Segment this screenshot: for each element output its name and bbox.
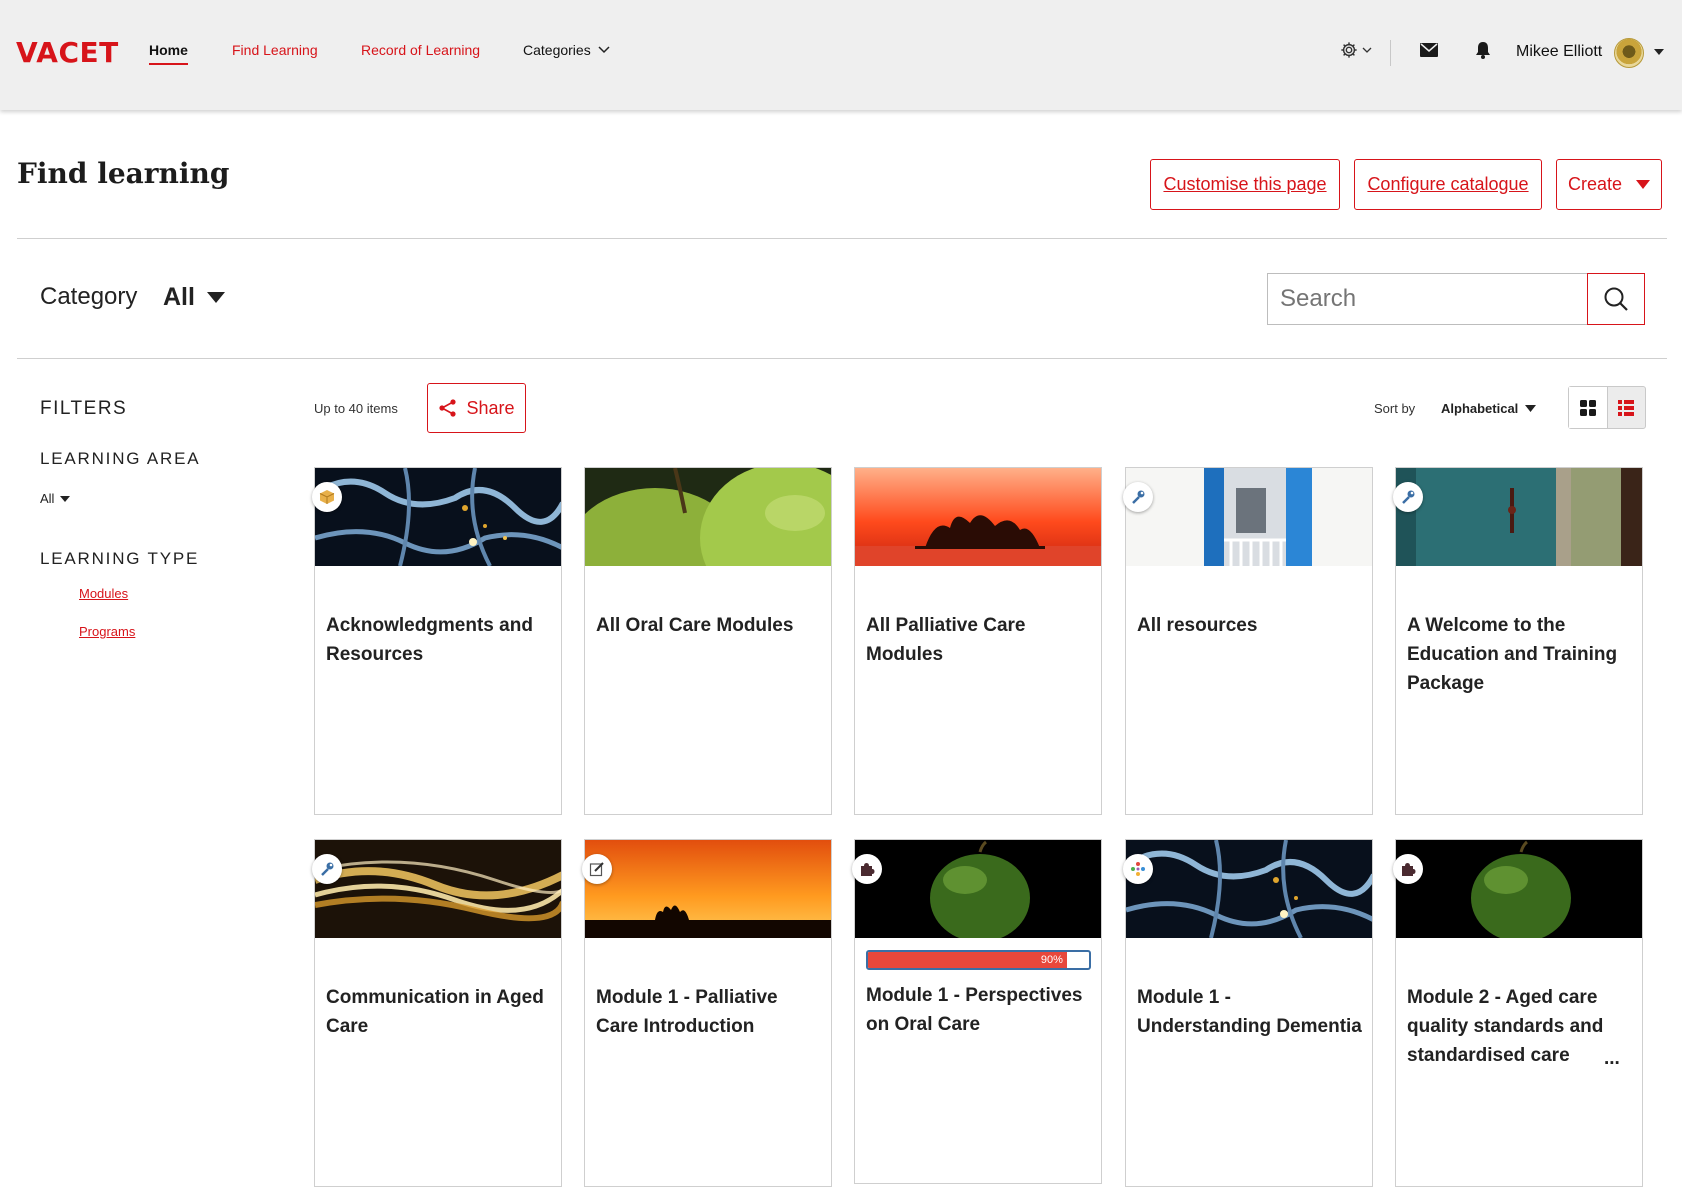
tile-title: Module 1 - Perspectives on Oral Care [866,985,1083,1035]
tile-title: A Welcome to the Education and Training … [1407,615,1618,694]
truncation-ellipsis: ... [1604,1048,1620,1069]
tile-image [585,840,831,938]
nav-home[interactable]: Home [149,42,188,65]
tile-image [1396,840,1642,938]
results-count: Up to 40 items [314,401,398,416]
create-label: Create [1567,174,1623,194]
chevron-down-icon [1362,47,1372,53]
puzzle-icon [1393,854,1423,884]
tile-image [1126,840,1372,938]
filter-link-programs[interactable]: Programs [79,624,135,639]
catalogue-tile[interactable]: Acknowledgments and Resources [312,467,562,815]
puzzle-icon [852,854,882,884]
catalogue-tile[interactable]: 90% Module 1 - Perspectives on Oral Care [852,839,1102,1184]
caret-down-icon [1525,405,1537,412]
page-title: Find learning [17,157,230,190]
progress-bar: 90% [866,950,1091,970]
catalogue-tile[interactable]: All resources [1123,467,1373,815]
gear-icon [1341,42,1357,58]
tile-image [855,468,1101,566]
tile-title: All resources [1137,615,1258,636]
chevron-down-icon [598,46,610,54]
notifications-button[interactable] [1475,30,1491,70]
grid-icon [1579,399,1596,416]
learning-area-value: All [40,491,55,506]
learning-area-select[interactable]: All [40,491,71,506]
nav-record-of-learning[interactable]: Record of Learning [361,42,480,58]
list-icon [1618,399,1635,416]
share-icon [439,399,457,417]
catalogue-tile[interactable]: A Welcome to the Education and Training … [1393,467,1643,815]
customise-page-button[interactable]: Customise this page [1150,159,1340,210]
wrench-icon [1393,482,1423,512]
catalogue-tile[interactable]: All Oral Care Modules [584,467,832,815]
bell-icon [1476,42,1490,59]
search-button[interactable] [1587,273,1645,325]
nav-find-learning[interactable]: Find Learning [232,42,318,58]
configure-catalogue-button[interactable]: Configure catalogue [1354,159,1542,210]
share-button[interactable]: Share [427,383,526,433]
filters-heading: FILTERS [40,398,128,419]
tile-image [1396,468,1642,566]
catalogue-tile[interactable]: Module 1 - Understanding Dementia [1123,839,1373,1187]
sort-label: Sort by [1374,401,1416,416]
grid-view-button[interactable] [1569,387,1608,428]
list-view-button[interactable] [1608,387,1646,428]
top-navigation: VACET Home Find Learning Record of Learn… [0,0,1682,110]
catalogue-tile[interactable]: All Palliative Care Modules [854,467,1102,815]
category-label: Category [40,283,138,310]
search-icon [1604,287,1628,311]
wrench-icon [1123,482,1153,512]
category-select[interactable]: All [163,283,225,312]
edit-icon [582,854,612,884]
tile-title: All Oral Care Modules [596,615,794,636]
search-input[interactable] [1267,273,1589,325]
tile-image [315,840,561,938]
settings-menu[interactable] [1340,30,1372,70]
configure-catalogue-label: Configure catalogue [1367,174,1529,194]
mail-icon [1420,43,1438,57]
tile-image [585,468,831,566]
sort-value: Alphabetical [1441,401,1519,416]
progress-fill: 90% [868,952,1067,968]
create-button[interactable]: Create [1556,159,1662,210]
nav-divider [1390,40,1391,66]
caret-down-icon[interactable] [1654,49,1664,55]
caret-down-icon [1636,180,1651,189]
catalogue-tile[interactable]: Module 1 - Palliative Care Introduction [582,839,832,1187]
sort-select[interactable]: Alphabetical [1441,401,1537,416]
package-icon [312,482,342,512]
header-divider [17,238,1667,239]
tile-title: Module 1 - Understanding Dementia [1137,987,1362,1037]
tile-title: All Palliative Care Modules [866,615,1026,665]
search-divider [17,358,1667,359]
tile-image [315,468,561,566]
site-logo[interactable]: VACET [16,36,119,69]
tile-title: Acknowledgments and Resources [326,615,533,665]
caret-down-icon [60,495,71,502]
dots-icon [1123,854,1153,884]
wrench-icon [312,854,342,884]
tile-title: Module 1 - Palliative Care Introduction [596,987,778,1037]
category-value: All [163,283,195,311]
catalogue-tile[interactable]: Module 2 - Aged care quality standards a… [1393,839,1643,1187]
messages-button[interactable] [1420,30,1438,70]
progress-label: 90% [1040,954,1063,966]
caret-down-icon [206,292,225,303]
learning-area-heading: LEARNING AREA [40,449,201,468]
avatar[interactable] [1614,38,1644,68]
user-name[interactable]: Mikee Elliott [1516,43,1602,61]
learning-type-heading: LEARNING TYPE [40,549,200,568]
nav-categories[interactable]: Categories [523,42,610,58]
tile-image [855,840,1101,938]
tile-title: Module 2 - Aged care quality standards a… [1407,987,1604,1066]
customise-page-label: Customise this page [1163,174,1327,194]
tile-title: Communication in Aged Care [326,987,544,1037]
share-label: Share [466,397,515,418]
filter-link-modules[interactable]: Modules [79,586,128,601]
tile-image [1126,468,1372,566]
nav-categories-label: Categories [523,42,591,58]
catalogue-tile[interactable]: Communication in Aged Care [312,839,562,1187]
view-toggle [1568,386,1646,429]
